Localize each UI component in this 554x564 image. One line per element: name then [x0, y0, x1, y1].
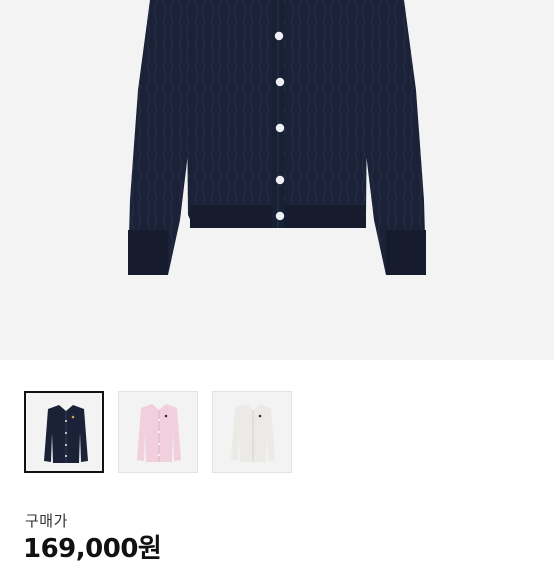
button-1	[274, 31, 284, 41]
thumbnail-pink[interactable]	[118, 391, 198, 473]
thumbnail-strip	[24, 391, 544, 475]
thumbnail-navy[interactable]	[24, 391, 104, 473]
product-main-image	[0, 0, 554, 360]
cardigan-image	[128, 0, 426, 275]
navy-cardigan-icon	[44, 405, 88, 463]
button-3	[275, 123, 285, 133]
pink-cardigan-icon	[137, 404, 181, 462]
price-value: 169,000원	[23, 534, 162, 564]
button-5	[275, 211, 285, 221]
white-cardigan-icon	[231, 404, 275, 462]
thumbnail-white[interactable]	[212, 391, 292, 473]
price-label: 구매가	[25, 512, 68, 530]
button-4	[275, 175, 285, 185]
button-2	[275, 77, 285, 87]
